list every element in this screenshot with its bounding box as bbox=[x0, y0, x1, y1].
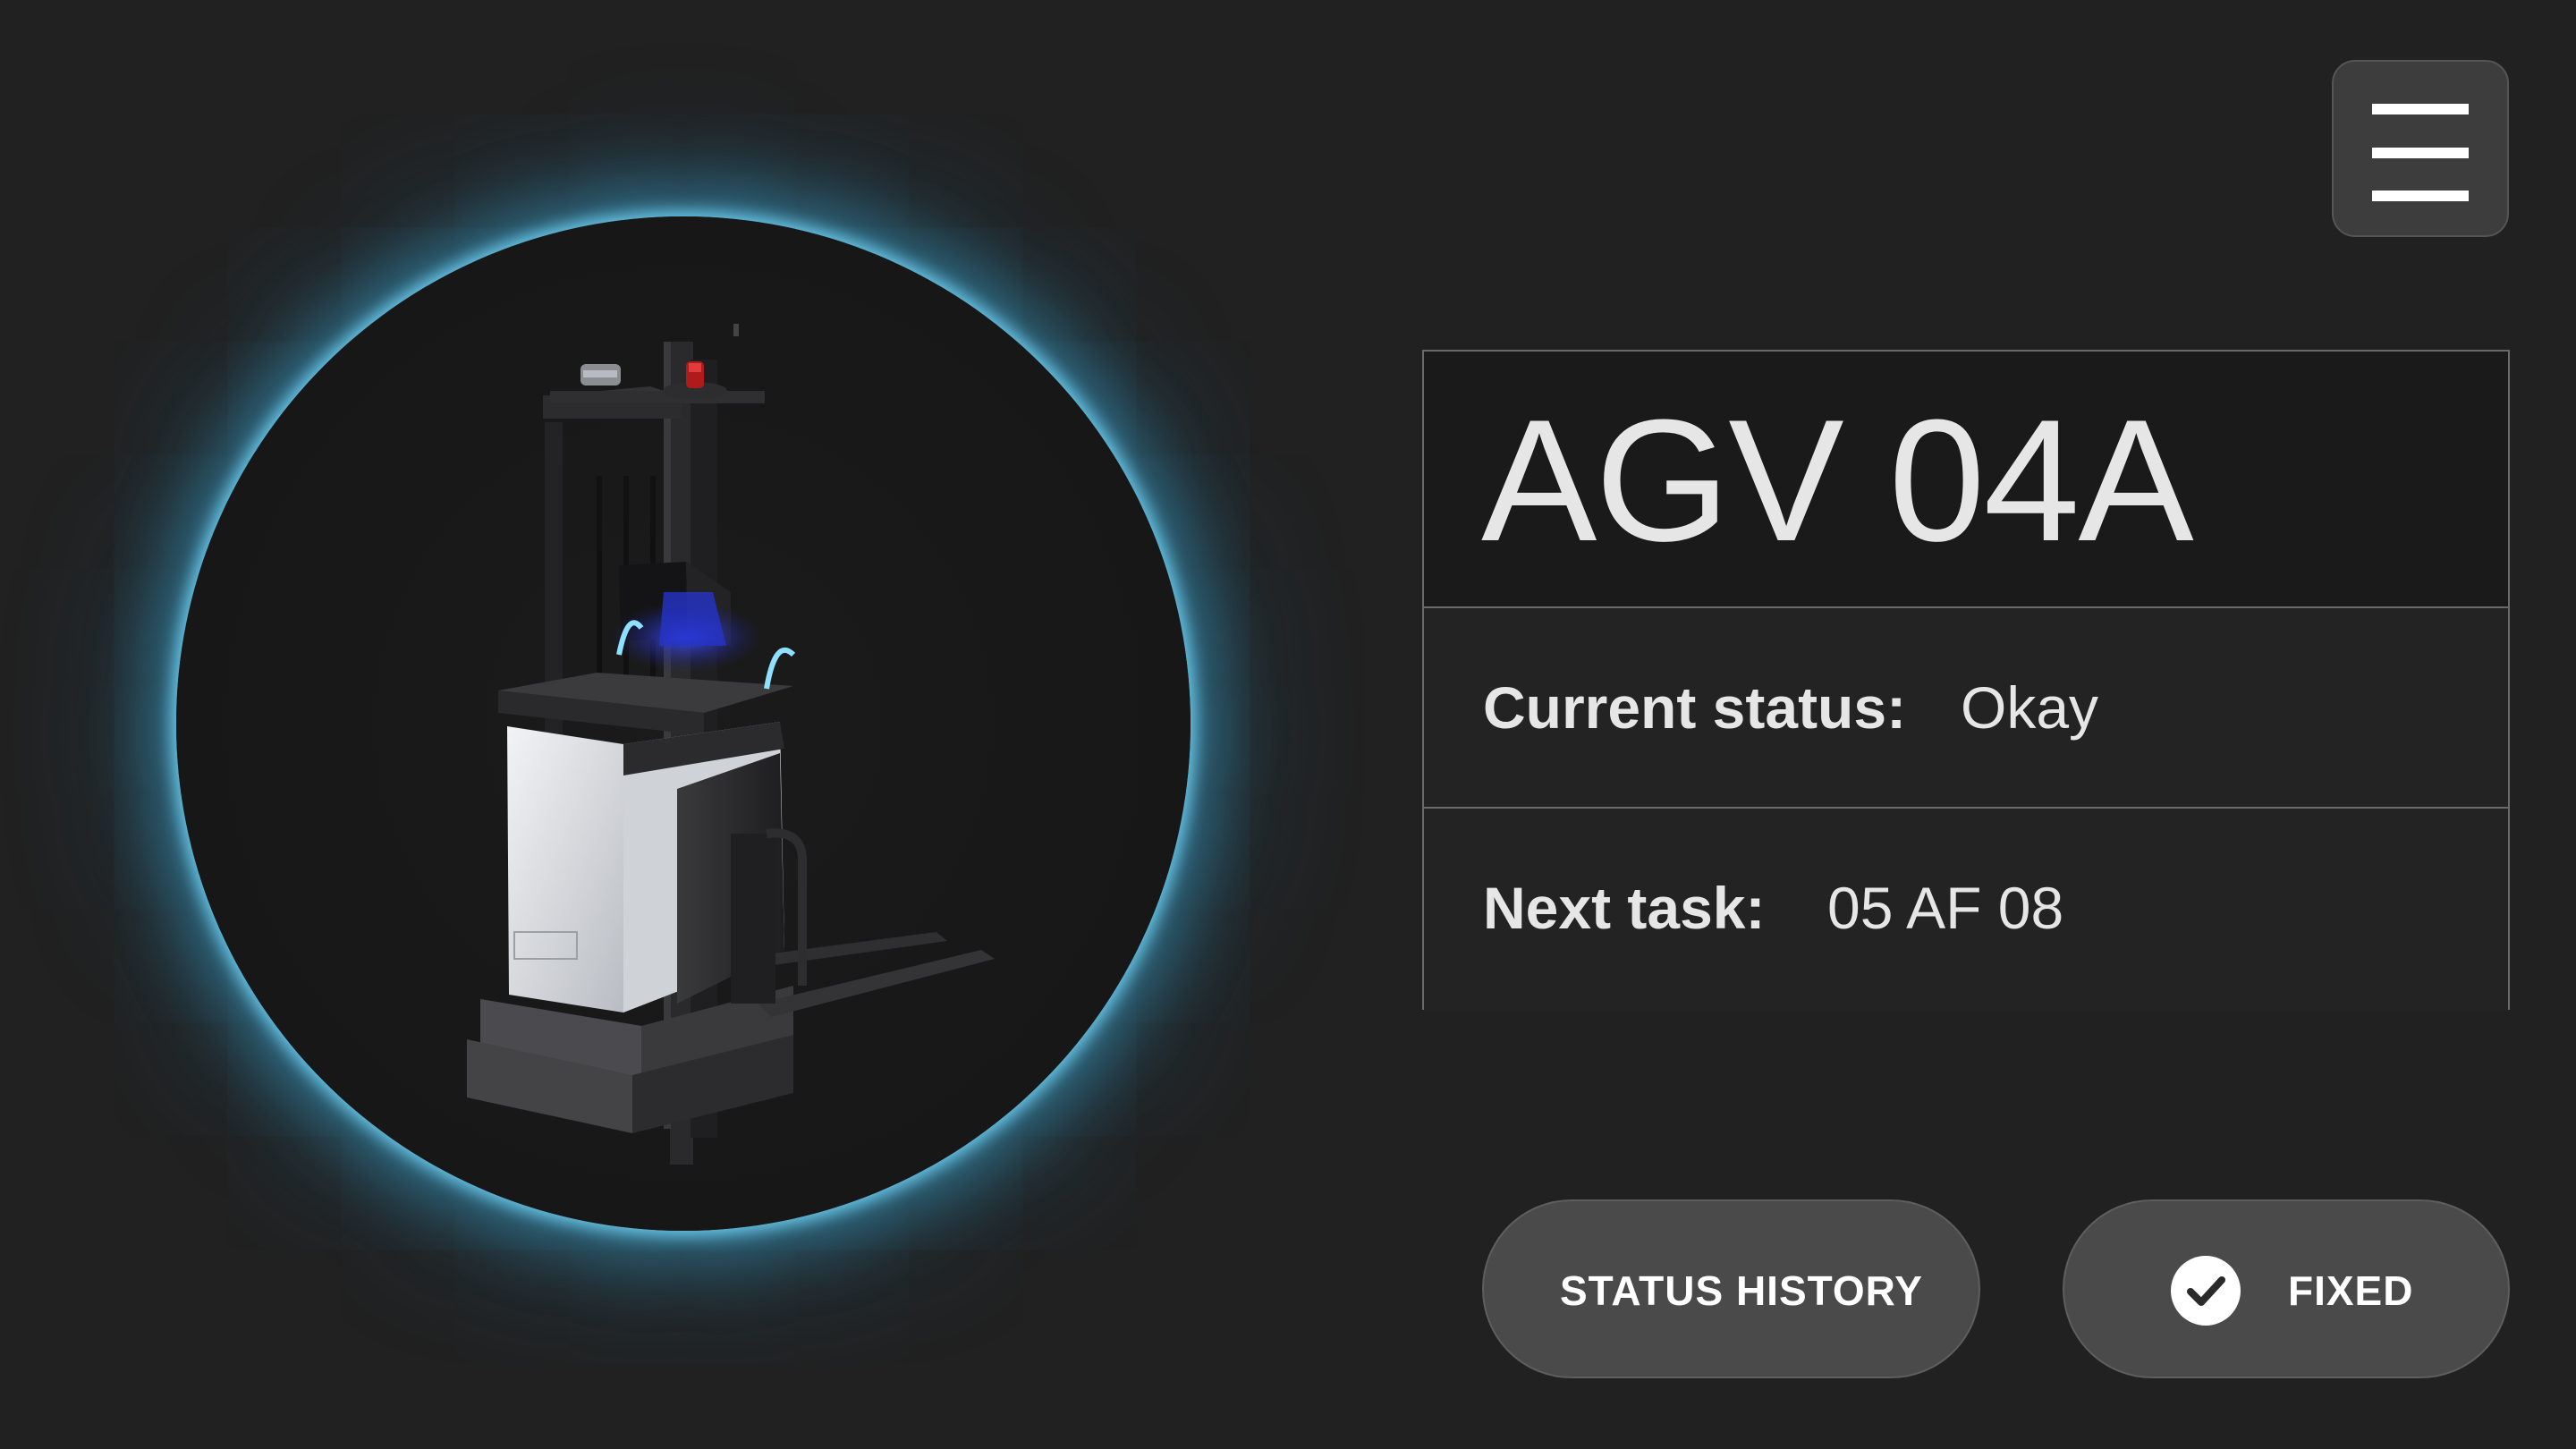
next-task-value: 05 AF 08 bbox=[1827, 875, 2064, 941]
vehicle-name: AGV 04A bbox=[1481, 384, 2194, 578]
status-history-button[interactable]: STATUS HISTORY bbox=[1482, 1199, 1980, 1378]
menu-button[interactable] bbox=[2332, 60, 2509, 237]
status-row: Current status: Okay bbox=[1424, 608, 2508, 809]
vehicle-info-panel: AGV 04A Current status: Okay Next task: … bbox=[1422, 350, 2510, 1010]
status-value: Okay bbox=[1961, 674, 2099, 741]
next-task-label: Next task: bbox=[1483, 875, 1766, 941]
fixed-button[interactable]: FIXED bbox=[2063, 1199, 2510, 1378]
check-circle-icon bbox=[2171, 1256, 2241, 1326]
status-label: Current status: bbox=[1483, 674, 1907, 741]
vehicle-image bbox=[176, 216, 1191, 1231]
forklift-agv-illustration bbox=[467, 324, 995, 1165]
agv-status-screen: AGV 04A Current status: Okay Next task: … bbox=[0, 0, 2576, 1449]
status-history-label: STATUS HISTORY bbox=[1560, 1267, 1923, 1314]
vehicle-title-row: AGV 04A bbox=[1424, 352, 2508, 608]
fixed-label: FIXED bbox=[2288, 1267, 2414, 1314]
next-task-row: Next task: 05 AF 08 bbox=[1424, 809, 2508, 1010]
